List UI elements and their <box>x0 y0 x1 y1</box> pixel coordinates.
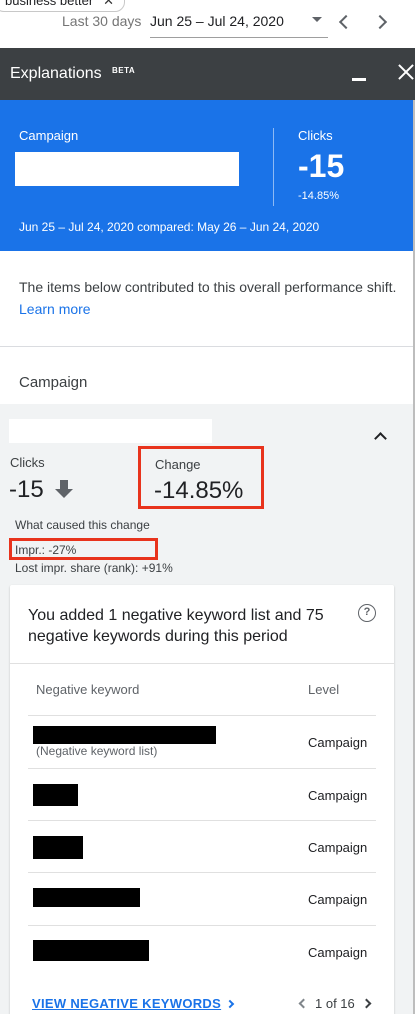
arrow-down-icon <box>55 480 73 500</box>
collapse-chevron-icon[interactable] <box>374 430 386 442</box>
redacted-keyword <box>33 940 149 961</box>
redacted-keyword <box>33 726 216 744</box>
change-highlight-box: Change -14.85% <box>138 446 264 509</box>
filter-chip[interactable]: business better ✕ <box>0 0 126 12</box>
redacted-keyword <box>33 784 78 806</box>
campaign-clicks-label: Clicks <box>10 455 45 470</box>
lost-impression-share: Lost impr. share (rank): +91% <box>15 561 173 575</box>
intro-text: The items below contributed to this over… <box>19 276 399 320</box>
table-row: Campaign <box>28 768 376 820</box>
level-value: Campaign <box>308 788 368 803</box>
chevron-right-icon <box>225 999 235 1009</box>
level-value: Campaign <box>308 840 368 855</box>
filter-chip-label: business better <box>5 0 94 8</box>
view-negative-keywords-link[interactable]: VIEW NEGATIVE KEYWORDS <box>32 996 235 1011</box>
help-icon[interactable]: ? <box>358 604 376 622</box>
minimize-icon[interactable] <box>352 78 366 81</box>
clicks-value: -15 <box>298 148 345 184</box>
page-indicator: 1 of 16 <box>315 996 355 1011</box>
close-panel-icon[interactable] <box>396 62 415 82</box>
table-row: Campaign <box>28 925 376 978</box>
comparison-range: Jun 25 – Jul 24, 2020 compared: May 26 –… <box>19 220 320 234</box>
negative-keywords-card: You added 1 negative keyword list and 75… <box>10 585 394 1014</box>
redacted-keyword <box>33 888 140 907</box>
intro-body: The items below contributed to this over… <box>19 279 397 295</box>
table-row: Campaign <box>28 872 376 925</box>
explanations-header: Explanations BETA <box>0 48 415 100</box>
campaign-detail: Clicks -15 Change -14.85% What caused th… <box>0 404 413 1014</box>
date-range-value: Jun 25 – Jul 24, 2020 <box>150 13 284 29</box>
impressions-change: Impr.: -27% <box>15 543 77 557</box>
view-link-label: VIEW NEGATIVE KEYWORDS <box>32 996 222 1011</box>
divider <box>0 346 415 347</box>
change-value: -14.85% <box>154 477 244 504</box>
next-page-icon[interactable] <box>361 998 372 1009</box>
campaign-section-heading: Campaign <box>19 374 88 391</box>
previous-period-button[interactable] <box>332 10 356 34</box>
keyword-type: (Negative keyword list) <box>36 744 158 758</box>
beta-badge: BETA <box>112 66 136 75</box>
column-header-keyword: Negative keyword <box>36 682 140 697</box>
redacted-campaign-name <box>15 152 239 186</box>
pagination: 1 of 16 <box>298 996 372 1011</box>
clicks-label: Clicks <box>298 128 333 143</box>
date-range-select[interactable]: Jun 25 – Jul 24, 2020 <box>150 13 328 38</box>
date-range-bar: business better ✕ Last 30 days Jun 25 – … <box>0 0 415 48</box>
previous-page-icon[interactable] <box>298 998 309 1009</box>
performance-summary: Campaign Clicks -15 -14.85% Jun 25 – Jul… <box>0 100 413 251</box>
panel-title: Explanations <box>10 65 102 82</box>
campaign-label: Campaign <box>19 128 79 143</box>
clicks-percent: -14.85% <box>298 190 339 202</box>
level-value: Campaign <box>308 945 368 960</box>
redacted-campaign-name <box>9 419 212 443</box>
range-preset-label: Last 30 days <box>62 13 142 29</box>
campaign-clicks-value: -15 <box>9 476 44 503</box>
redacted-keyword <box>33 836 83 859</box>
card-title: You added 1 negative keyword list and 75… <box>28 607 324 645</box>
level-value: Campaign <box>308 735 368 750</box>
dropdown-arrow-icon <box>312 17 322 22</box>
table-row: (Negative keyword list) Campaign <box>28 715 376 768</box>
change-label: Change <box>155 457 201 472</box>
divider <box>273 128 274 206</box>
learn-more-link[interactable]: Learn more <box>19 301 91 317</box>
close-icon[interactable]: ✕ <box>103 0 114 9</box>
divider <box>10 663 394 664</box>
next-period-button[interactable] <box>370 10 394 34</box>
column-header-level: Level <box>308 682 340 697</box>
table-row: Campaign <box>28 820 376 872</box>
level-value: Campaign <box>308 892 368 907</box>
cause-heading: What caused this change <box>15 518 150 532</box>
